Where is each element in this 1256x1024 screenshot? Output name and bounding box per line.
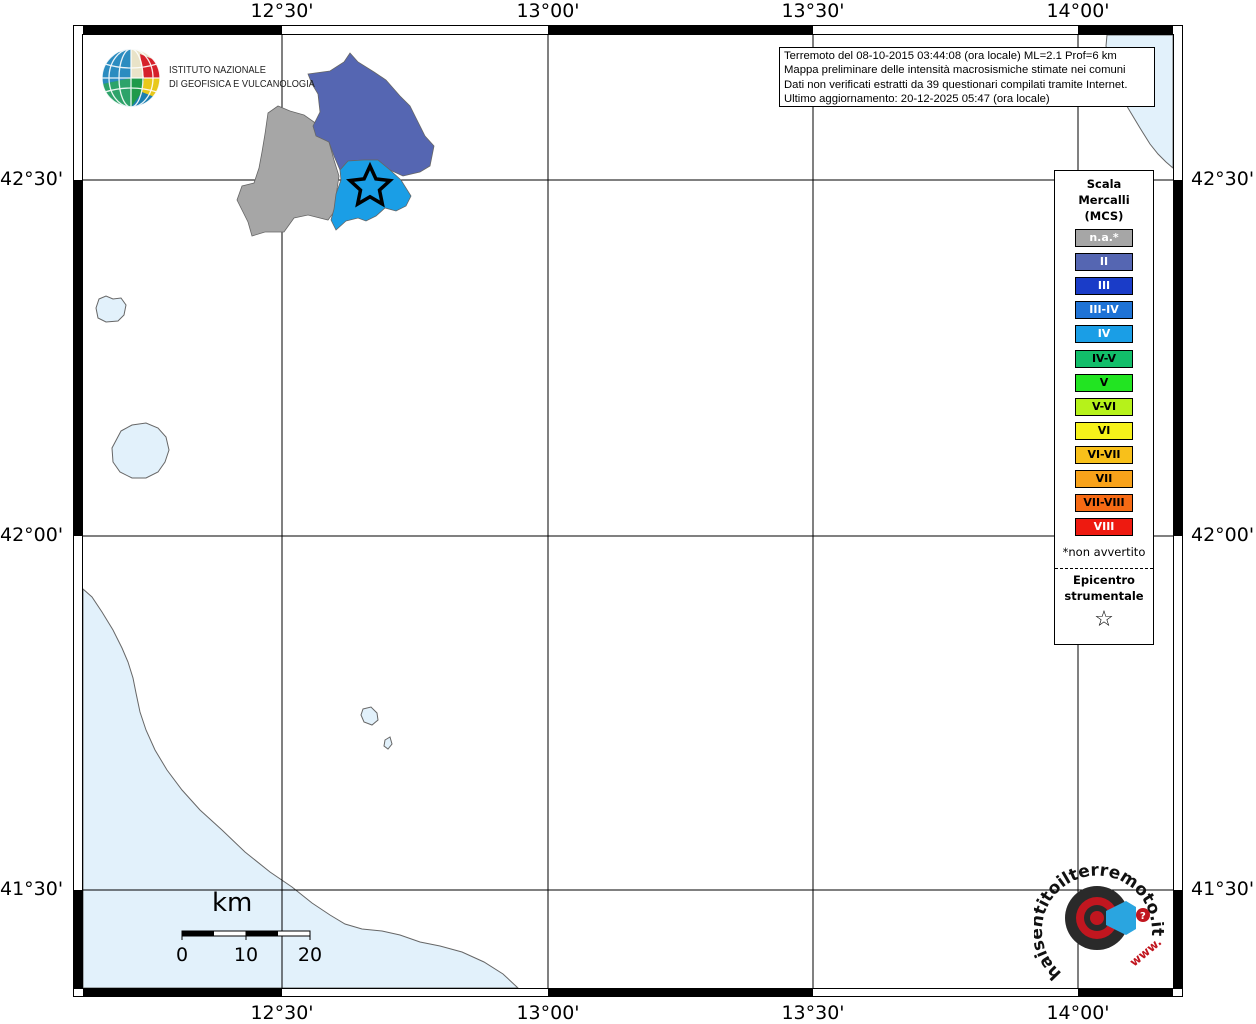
legend-swatch-viii: VIII [1075,518,1133,537]
lat-label-right-4230: 42°30' [1191,168,1255,190]
svg-text:www.: www. [1127,935,1164,970]
lat-label-left-4200: 42°00' [0,524,64,546]
island-3 [360,706,379,726]
legend-swatch-n-a: n.a.* [1075,229,1133,247]
legend-swatch-v: V [1075,373,1133,392]
legend-note: *non avvertito [1062,545,1146,559]
island-2 [111,422,170,479]
sea-bottom-left [82,587,520,989]
legend-swatch-v-vi: V-VI [1075,397,1133,416]
event-info-line1: Terremoto del 08-10-2015 03:44:08 (ora l… [784,50,1117,62]
scale-bar-tick-20: 20 [297,944,323,966]
lat-label-right-4200: 42°00' [1191,524,1255,546]
lon-label-top-1230: 12°30' [250,0,314,22]
legend-title: Scala Mercalli (MCS) [1055,176,1153,224]
scale-bar-tick-10: 10 [233,944,259,966]
lat-label-left-4130: 41°30' [0,878,64,900]
ingv-globe-logo [101,48,161,108]
legend-swatch-iv: IV [1075,325,1133,344]
lon-label-top-1300: 13°00' [516,0,580,22]
event-info-line3: Dati non verificati estratti da 39 quest… [784,78,1128,91]
legend-title-line3: (MCS) [1084,209,1124,223]
legend-swatch-vii-viii: VII-VIII [1075,494,1133,513]
legend-swatch-iii-iv: III-IV [1075,301,1133,320]
legend-epicenter-label-line1: Epicentro [1073,573,1135,587]
legend-title-line2: Mercalli [1078,193,1130,207]
event-info-box: Terremoto del 08-10-2015 03:44:08 (ora l… [779,47,1155,107]
haisentito-badge-logo: haisentitoilterremoto.it ? www. [1034,860,1164,983]
legend-swatch-vi: VI [1075,421,1133,440]
lat-label-right-4130: 41°30' [1191,878,1255,900]
legend-swatch-vi-vii: VI-VII [1075,445,1133,464]
lon-label-bottom-1300: 13°00' [516,1002,580,1024]
legend-swatch-vii: VII [1075,470,1133,488]
mcs-legend: Scala Mercalli (MCS) n.a.* II III III-IV IV I… [1054,170,1154,645]
lat-label-left-4230: 42°30' [0,168,64,190]
legend-divider [1055,568,1153,569]
legend-title-line1: Scala [1086,177,1122,191]
lon-label-bottom-1230: 12°30' [250,1002,314,1024]
logo-text-line2: DI GEOFISICA E VULCANOLOGIA [169,78,315,90]
event-info-line4: Ultimo aggiornamento: 20-12-2025 05:47 (… [784,93,1050,106]
legend-star-icon: ☆ [1094,607,1114,632]
legend-epicenter-label: Epicentro strumentale [1055,572,1153,604]
lon-label-bottom-1400: 14°00' [1046,1002,1110,1024]
legend-epicenter-label-line2: strumentale [1064,589,1144,603]
island-4 [383,736,393,750]
legend-swatch-iii: III [1075,277,1133,296]
logo-text-line1: ISTITUTO NAZIONALE [169,64,266,76]
lon-label-top-1400: 14°00' [1046,0,1110,22]
lon-label-bottom-1330: 13°30' [781,1002,845,1024]
event-info-line2: Mappa preliminare delle intensità macros… [784,64,1126,77]
legend-swatch-ii: II [1075,253,1133,272]
lon-label-top-1330: 13°30' [781,0,845,22]
scale-bar-unit: km [212,888,253,918]
scale-bar-tick-0: 0 [175,944,189,966]
legend-swatch-iv-v: IV-V [1075,349,1133,368]
svg-text:?: ? [1140,911,1146,922]
island-1 [95,295,127,323]
